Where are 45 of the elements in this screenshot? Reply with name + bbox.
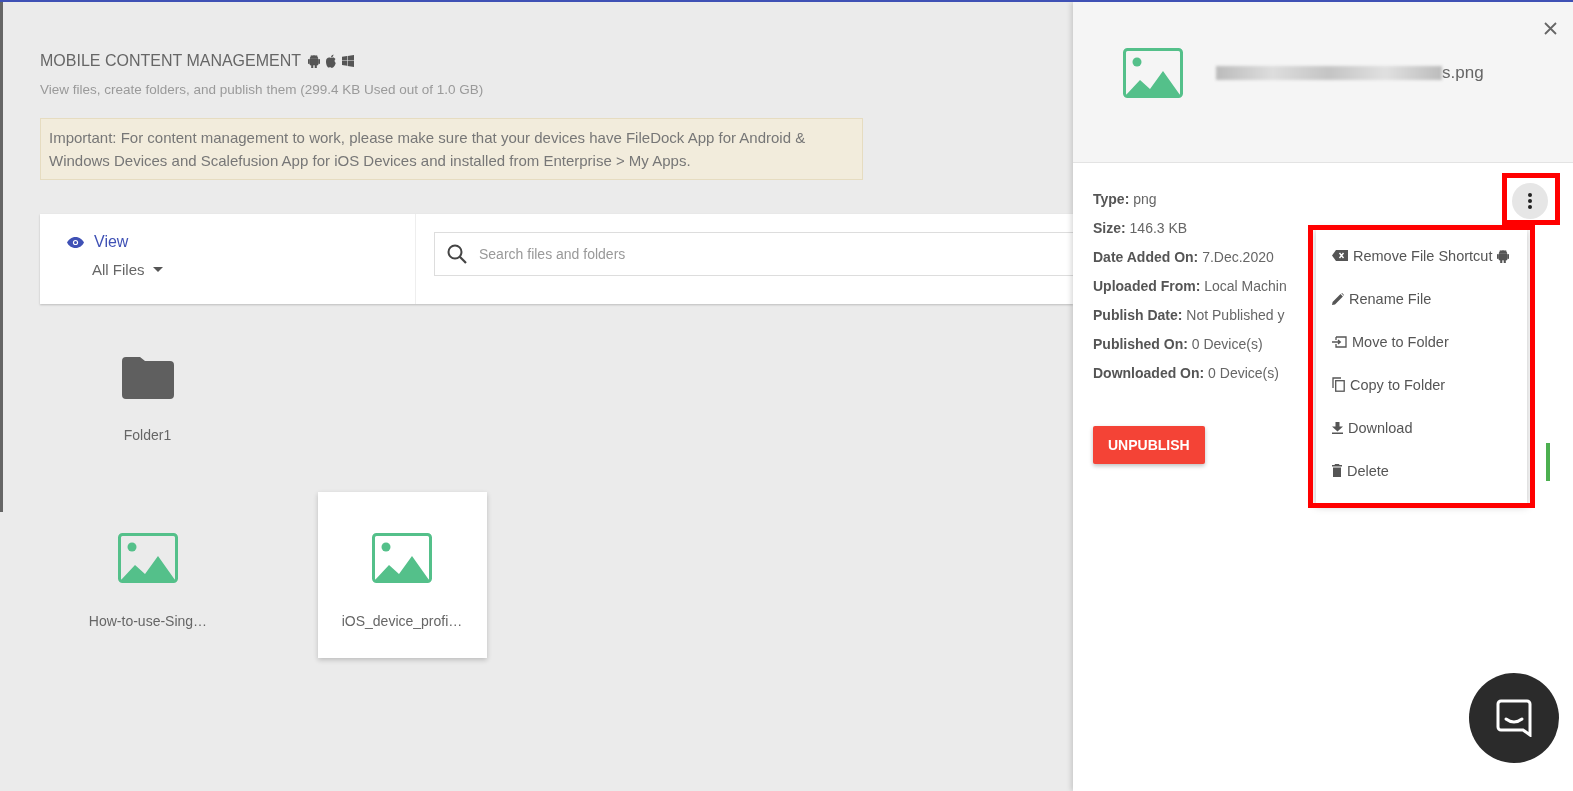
menu-item[interactable]: Remove File Shortcut [1316,234,1527,277]
menu-item[interactable]: Move to Folder [1316,320,1527,363]
android-icon [1497,248,1510,263]
android-icon [308,54,321,68]
file-card[interactable]: iOS_device_profi… [317,492,487,658]
detail-line: Type: png [1093,190,1157,209]
notice-banner: Important: For content management to work, please make sure that your devices have FileDock App for Android & Windows Devices and Scalefusion App for iOS Devices and installed from Enterprise > My Apps. [40,118,863,180]
more-button[interactable] [1512,183,1548,219]
detail-line: Downloaded On: 0 Device(s) [1093,364,1279,383]
page-subtitle: View files, create folders, and publish them (299.4 KB Used out of 1.0 GB) [40,82,485,97]
trash-icon [1332,464,1342,477]
search-field[interactable]: Search files and folders [434,232,1073,276]
menu-item[interactable]: Download [1316,406,1527,449]
menu-item[interactable]: Rename File [1316,277,1527,320]
file-item[interactable]: How-to-use-Sing… [63,492,233,658]
page-title: MOBILE CONTENT MANAGEMENT [40,52,302,70]
chat-icon [1496,699,1532,737]
close-icon[interactable] [1544,22,1557,35]
eye-icon [67,236,84,248]
file-name: s.png [1442,63,1484,83]
detail-line: Publish Date: Not Published y [1093,306,1285,325]
menu-item[interactable]: Delete [1316,449,1527,492]
download-icon [1332,421,1343,434]
filter-dropdown[interactable]: All Files [92,261,163,278]
windows-icon [342,55,355,67]
detail-line: Uploaded From: Local Machin [1093,277,1287,296]
image-icon [118,533,178,583]
file-item[interactable]: Folder1 [63,319,232,484]
pencil-icon [1332,292,1344,305]
copy-icon [1332,377,1345,392]
apple-icon [325,54,338,68]
detail-line: Size: 146.3 KB [1093,219,1188,238]
detail-line: Date Added On: 7.Dec.2020 [1093,248,1274,267]
image-icon [372,533,432,583]
image-icon [1123,48,1183,98]
search-icon [447,244,467,264]
more-icon [1528,193,1532,209]
unpublish-button[interactable]: UNPUBLISH [1093,426,1205,464]
backspace-icon [1332,250,1348,261]
caret-icon [152,267,163,272]
view-label: View [94,233,129,251]
folder-icon [121,357,174,399]
move-icon [1332,335,1347,348]
detail-line: Published On: 0 Device(s) [1093,335,1263,354]
menu-item[interactable]: Copy to Folder [1316,363,1527,406]
